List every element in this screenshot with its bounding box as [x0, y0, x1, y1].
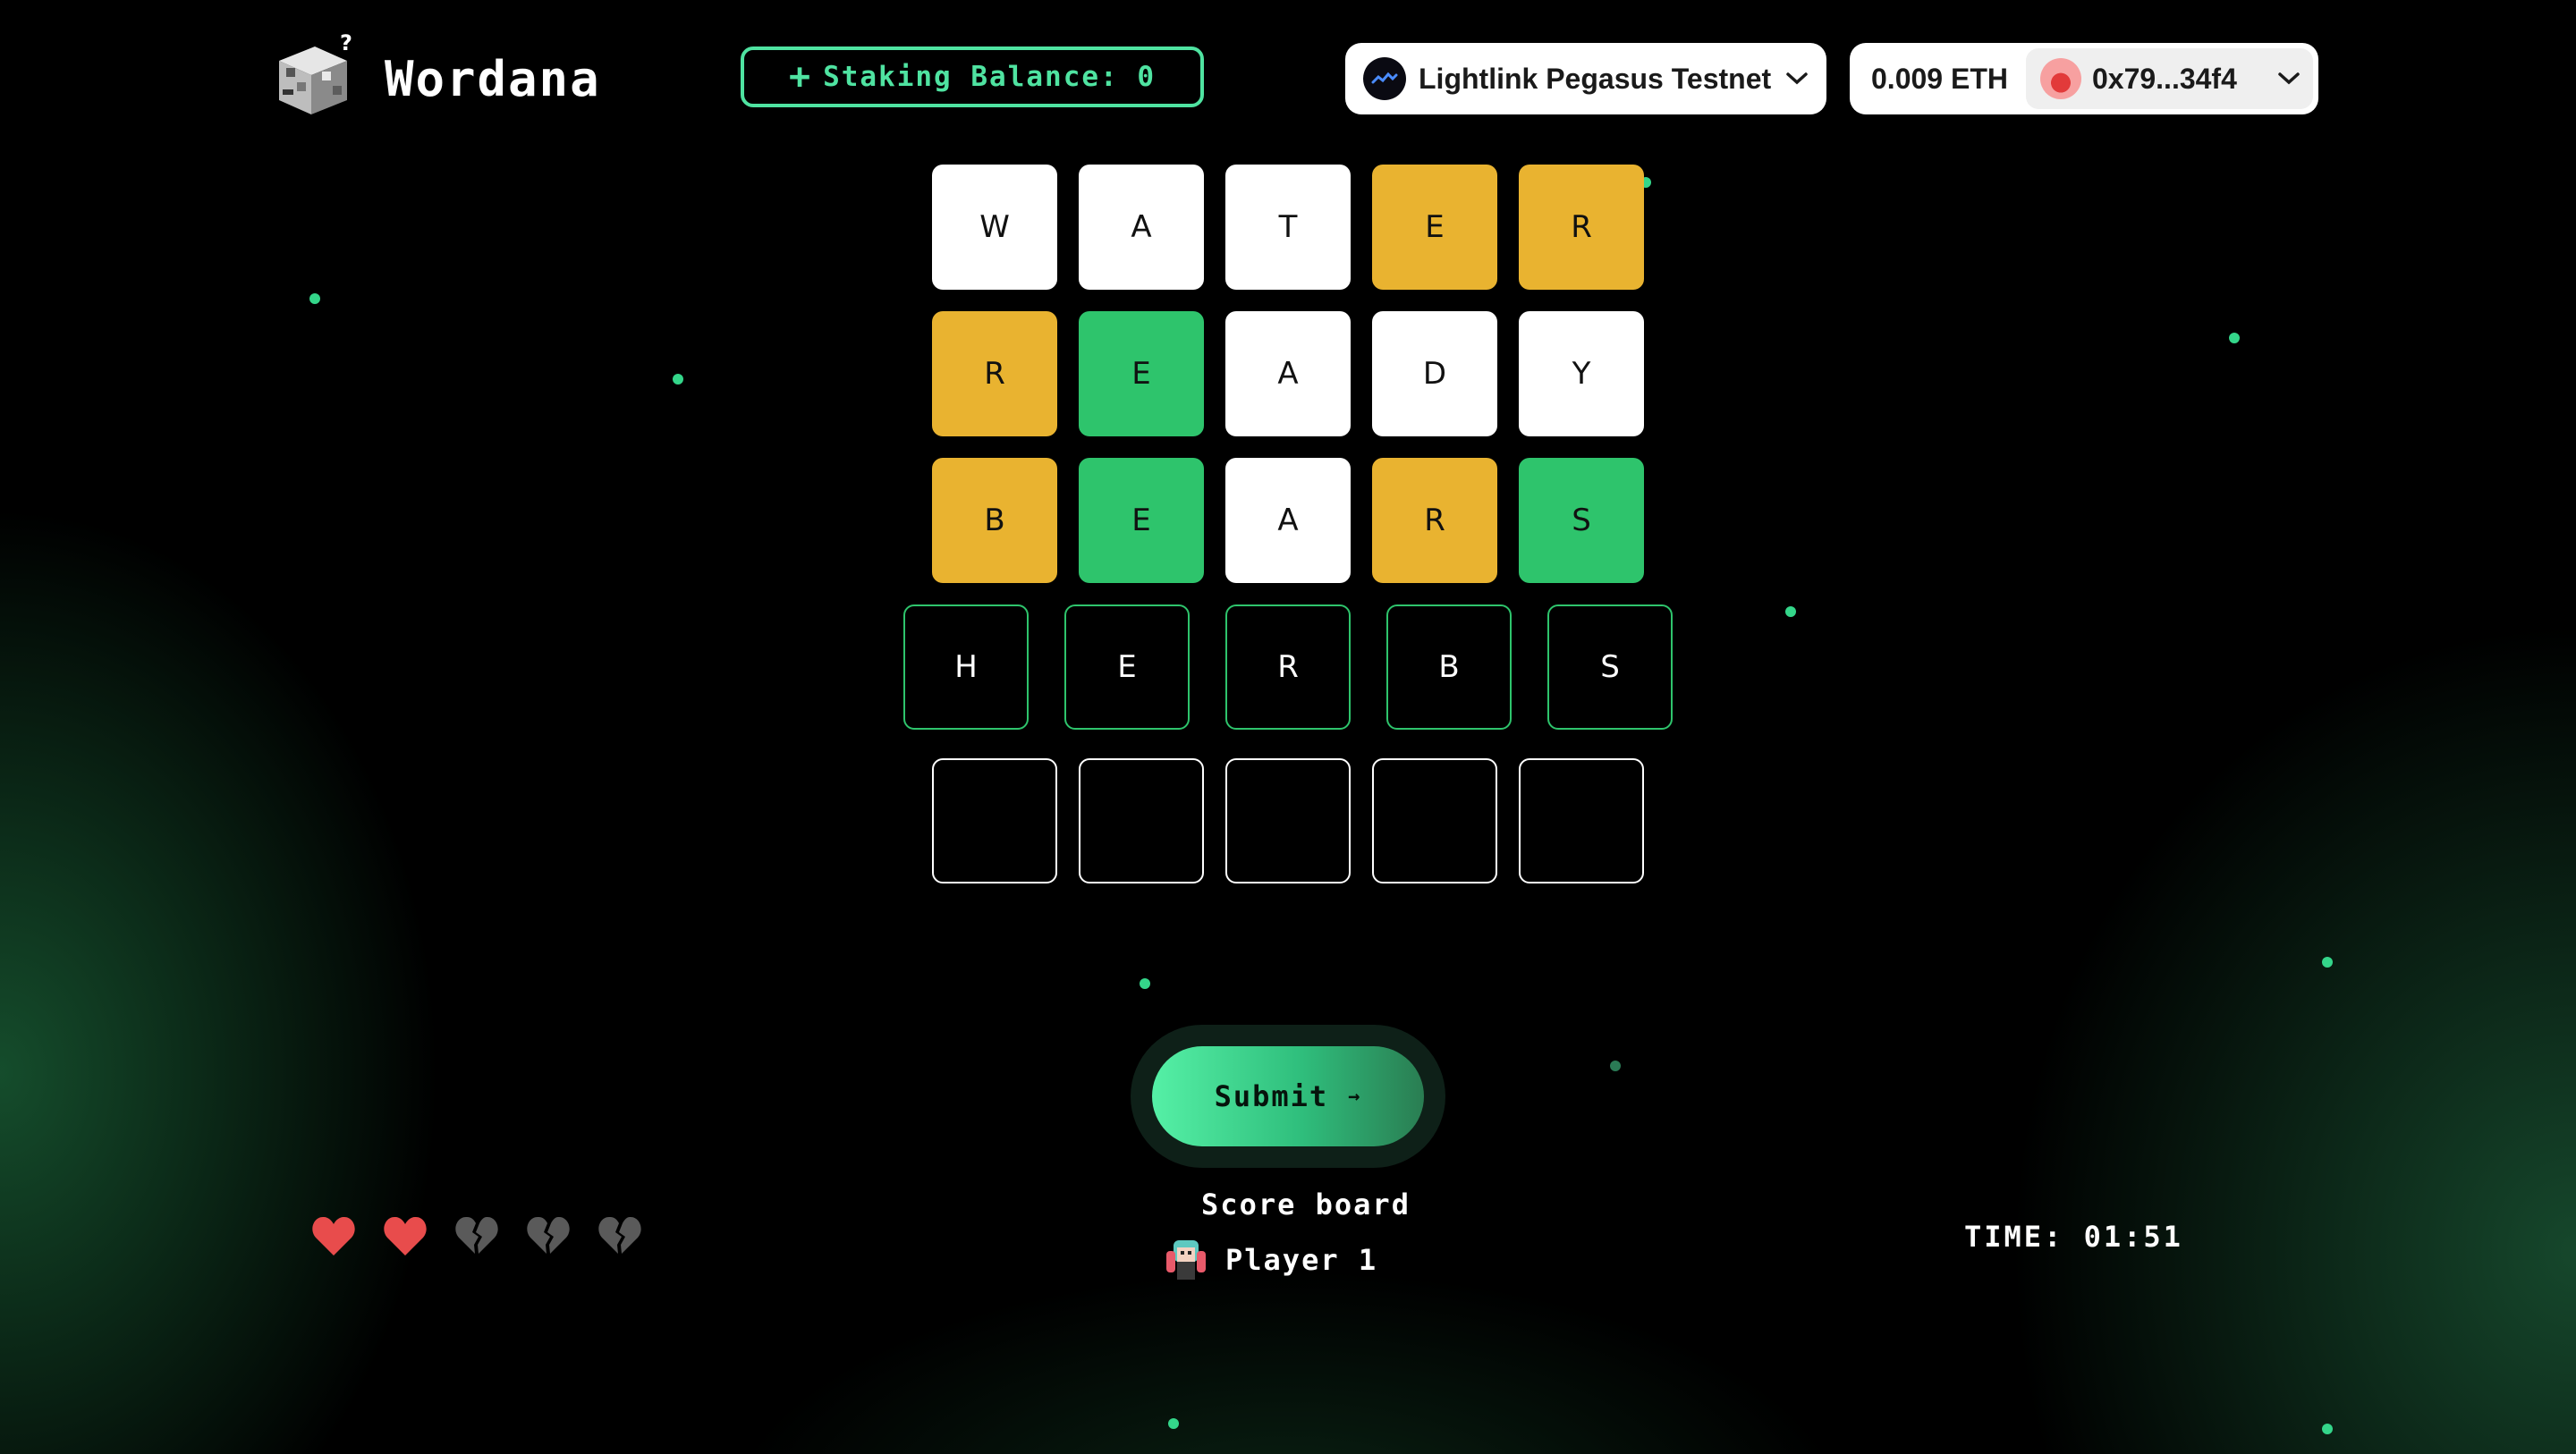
lives — [311, 1214, 642, 1264]
board-tile: T — [1225, 165, 1351, 290]
chevron-down-icon — [1786, 72, 1808, 85]
eth-balance: 0.009 ETH — [1871, 62, 2008, 95]
board-tile — [1372, 758, 1497, 883]
timer: TIME: 01:51 — [1964, 1220, 2183, 1254]
staking-balance-button[interactable]: + Staking Balance: 0 — [741, 46, 1204, 107]
network-selector[interactable]: Lightlink Pegasus Testnet — [1345, 43, 1826, 114]
board-tile: A — [1079, 165, 1204, 290]
submit-label: Submit — [1214, 1079, 1329, 1113]
board-tile: R — [1519, 165, 1644, 290]
board-tile: S — [1519, 458, 1644, 583]
svg-text:?: ? — [340, 32, 352, 55]
particle — [1168, 1418, 1179, 1429]
submit-container: Submit → — [1131, 1025, 1445, 1168]
board-tile: E — [1079, 458, 1204, 583]
network-name: Lightlink Pegasus Testnet — [1419, 62, 1772, 95]
board-tile — [1079, 758, 1204, 883]
board-tile: Y — [1519, 311, 1644, 436]
board-tile[interactable]: S — [1547, 604, 1673, 730]
board-tile: A — [1225, 458, 1351, 583]
particle — [2229, 333, 2240, 343]
broken-heart-icon — [455, 1216, 498, 1254]
player-name: Player 1 — [1225, 1243, 1378, 1277]
heart-icon — [312, 1216, 355, 1255]
particle — [1785, 606, 1796, 617]
heart-icon — [384, 1216, 427, 1255]
scoreboard-player: Player 1 — [1163, 1234, 1377, 1286]
board-tile: W — [932, 165, 1057, 290]
board-tile — [1519, 758, 1644, 883]
staking-balance-label: Staking Balance: 0 — [823, 61, 1157, 93]
app-title: Wordana — [385, 50, 601, 107]
board-tile: B — [932, 458, 1057, 583]
board-tile[interactable]: B — [1386, 604, 1512, 730]
scoreboard-title: Score board — [1201, 1188, 1411, 1222]
board-tile: D — [1372, 311, 1497, 436]
particle — [2322, 957, 2333, 968]
board-tile[interactable]: E — [1064, 604, 1190, 730]
particle — [309, 293, 320, 304]
account-address: 0x79...34f4 — [2091, 62, 2237, 95]
particle — [1610, 1061, 1621, 1071]
chevron-down-icon — [2278, 72, 2300, 85]
board-tile: E — [1079, 311, 1204, 436]
board-tile — [1225, 758, 1351, 883]
account-button[interactable]: 0x79...34f4 — [2025, 48, 2313, 109]
broken-heart-icon — [527, 1216, 570, 1254]
logo[interactable]: ? Wordana — [268, 32, 601, 123]
board-tile: R — [932, 311, 1057, 436]
avatar-icon — [2039, 58, 2081, 99]
arrow-right-icon: → — [1348, 1085, 1362, 1108]
particle — [2322, 1424, 2333, 1434]
board-tile: A — [1225, 311, 1351, 436]
plus-icon: + — [788, 56, 813, 97]
broken-heart-icon — [598, 1216, 641, 1254]
board-tile — [932, 758, 1057, 883]
board-tile: R — [1372, 458, 1497, 583]
particle — [1140, 978, 1150, 989]
board-tile[interactable]: R — [1225, 604, 1351, 730]
lightlink-icon — [1363, 57, 1406, 100]
avatar-icon — [1166, 1240, 1206, 1280]
wallet-widget: 0.009 ETH 0x79...34f4 — [1850, 43, 2318, 114]
board-tile[interactable]: H — [903, 604, 1029, 730]
submit-button[interactable]: Submit → — [1152, 1046, 1424, 1146]
particle — [673, 374, 683, 385]
cube-question-icon: ? — [279, 32, 352, 114]
board-tile: E — [1372, 165, 1497, 290]
